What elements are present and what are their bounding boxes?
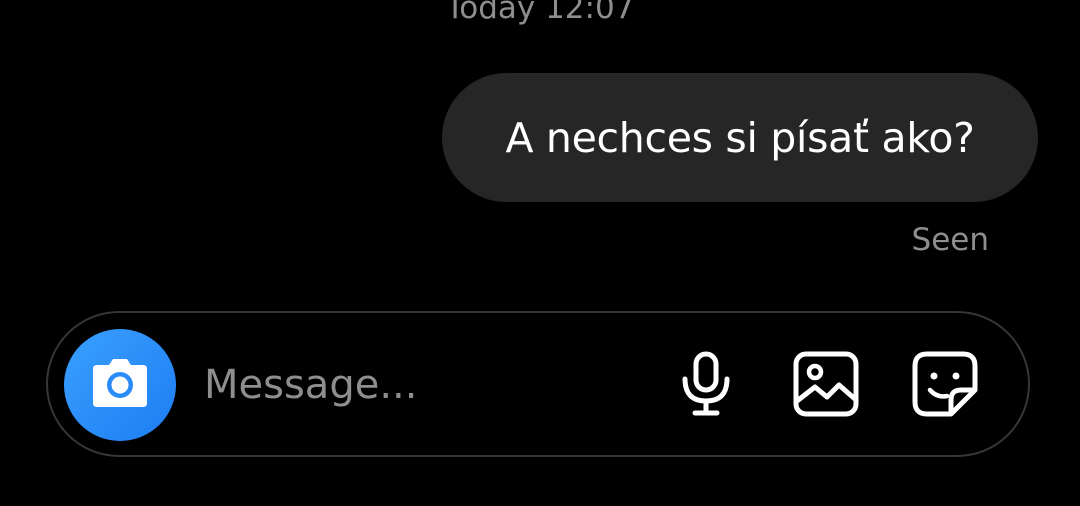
message-input[interactable] bbox=[204, 349, 624, 421]
message-timestamp: Today 12:07 bbox=[445, 0, 635, 26]
sticker-icon bbox=[911, 350, 979, 422]
sticker-button[interactable] bbox=[910, 351, 980, 421]
gallery-icon bbox=[793, 351, 859, 421]
seen-status: Seen bbox=[911, 222, 989, 258]
voice-message-button[interactable] bbox=[671, 351, 741, 421]
message-composer bbox=[46, 311, 1030, 457]
camera-button[interactable] bbox=[64, 329, 176, 441]
gallery-button[interactable] bbox=[791, 351, 861, 421]
sent-message-bubble[interactable]: A nechces si písať ako? bbox=[442, 73, 1038, 202]
camera-icon bbox=[89, 357, 151, 413]
microphone-icon bbox=[679, 351, 733, 421]
message-text: A nechces si písať ako? bbox=[505, 113, 975, 162]
